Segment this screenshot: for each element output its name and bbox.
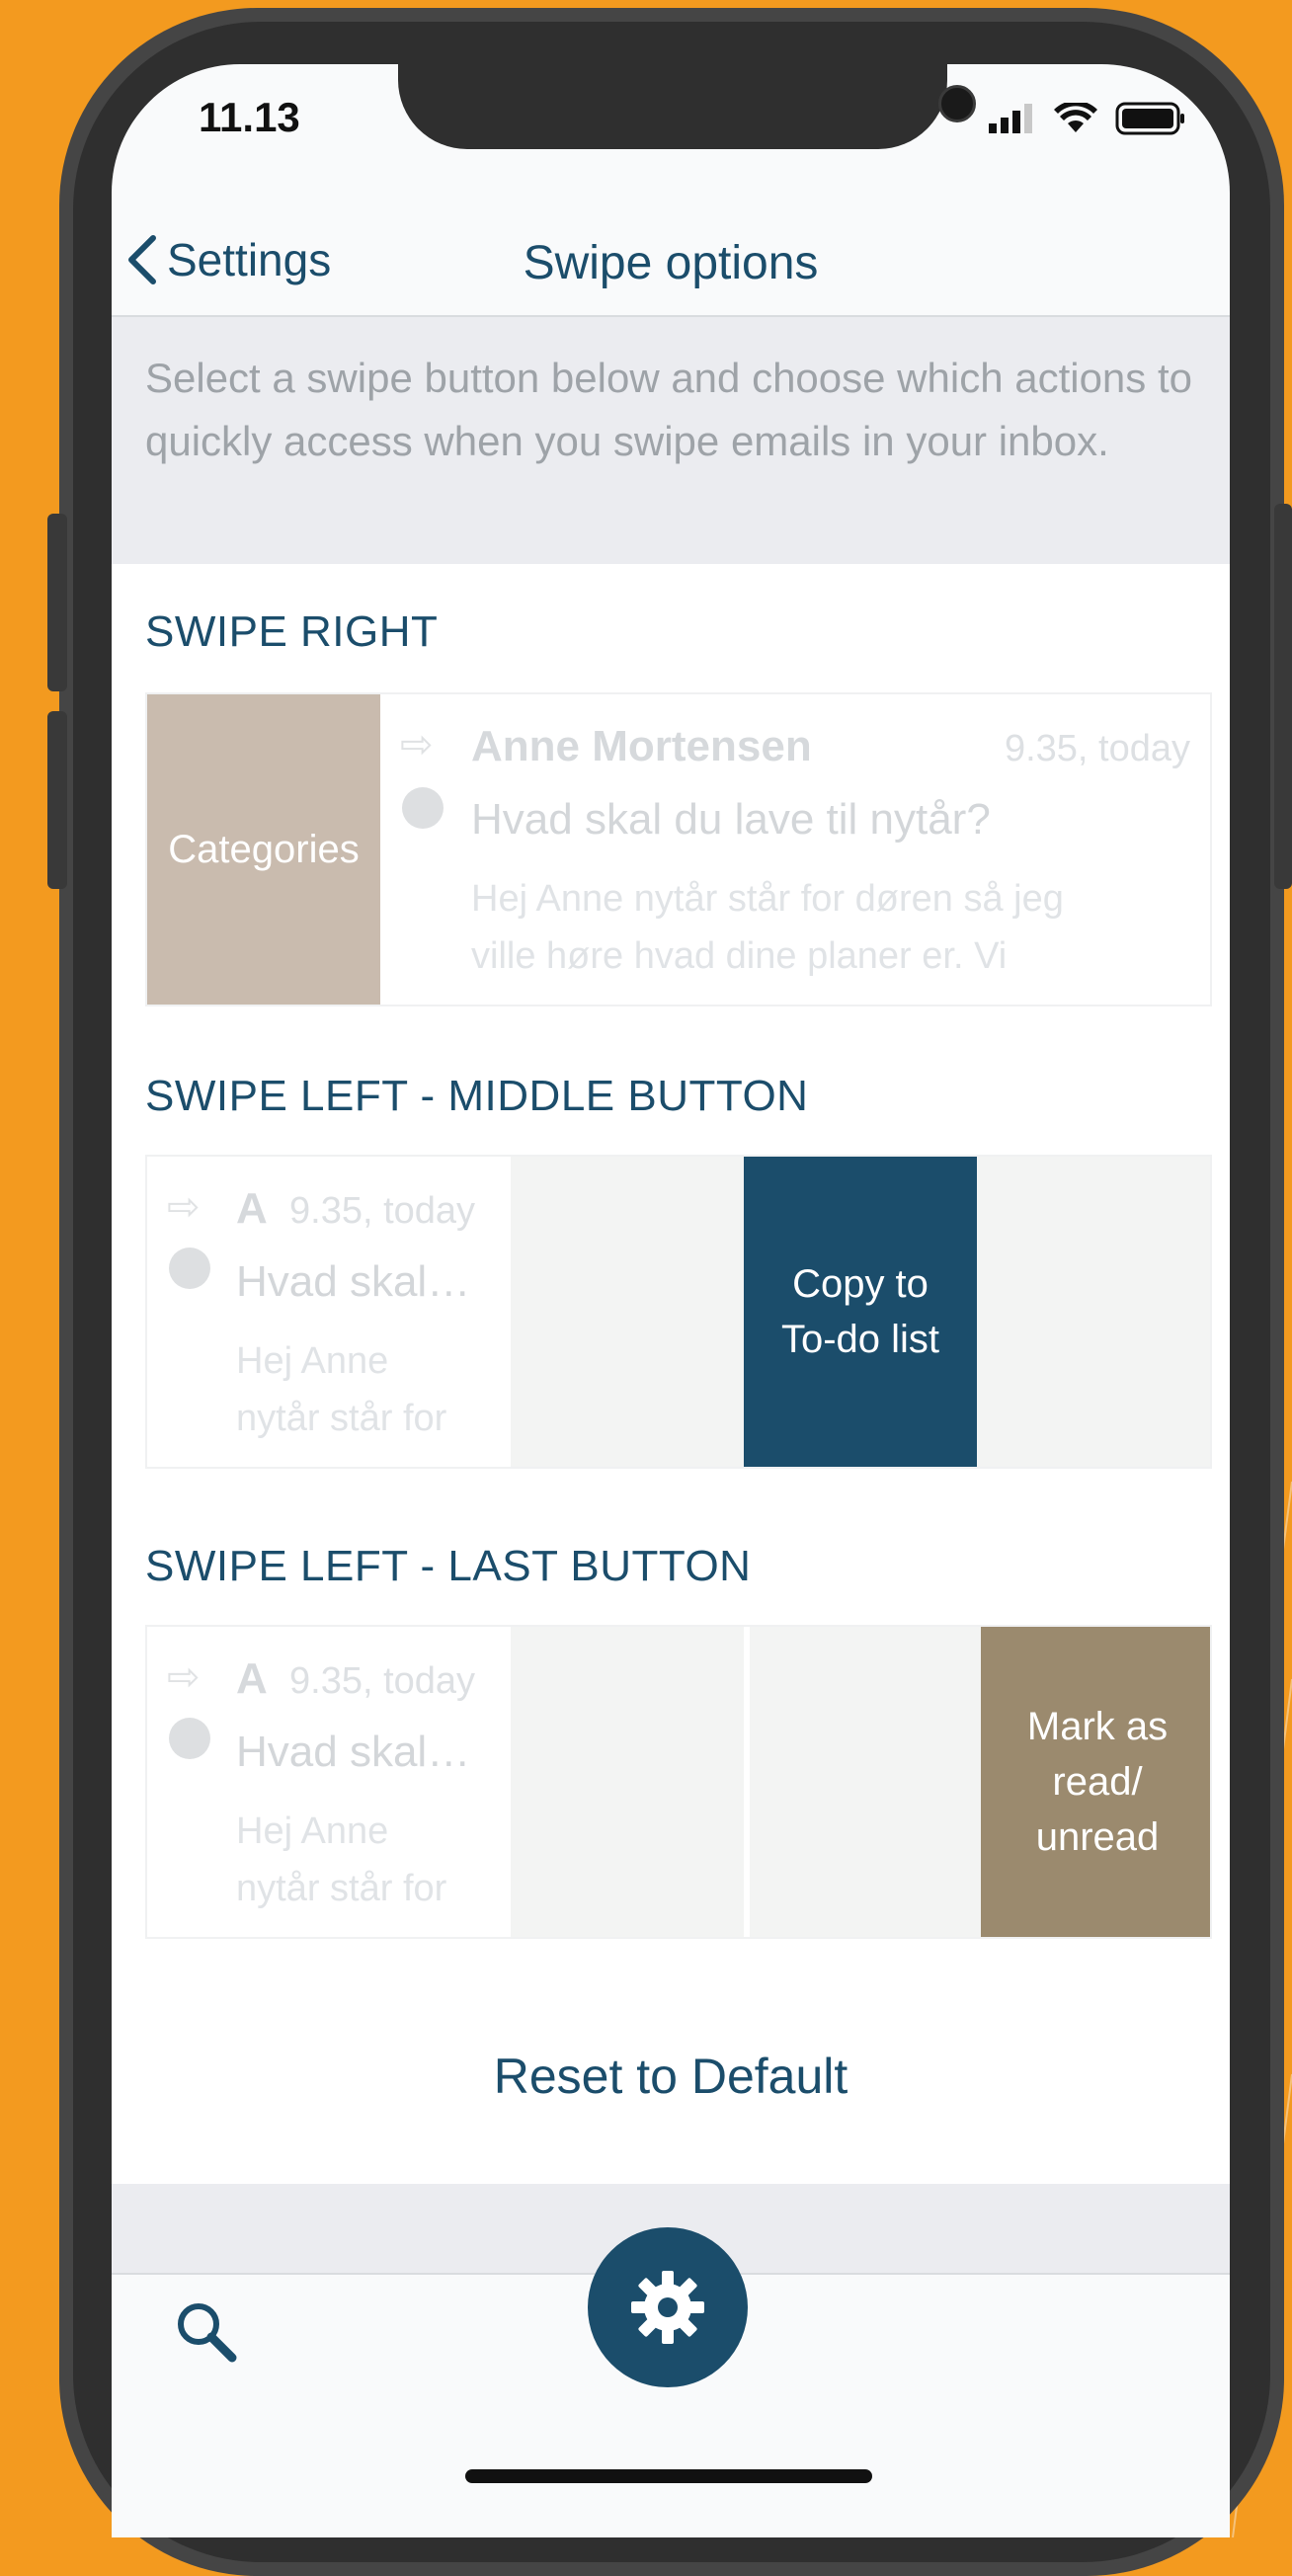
- email-preview: ⇨ A 9.35, today Hvad skal… Hej Anne nytå…: [147, 1157, 511, 1467]
- email-preview-line2: nytår står for: [236, 1398, 447, 1439]
- action-label-line1: Copy to: [792, 1262, 929, 1306]
- email-preview-line1: Hej Anne: [236, 1811, 389, 1852]
- section-title: SWIPE LEFT - LAST BUTTON: [145, 1542, 752, 1590]
- email-preview-line1: Hej Anne: [236, 1340, 389, 1382]
- intro-text: Select a swipe button below and choose w…: [112, 317, 1230, 564]
- arrow-icon: ⇨: [167, 1185, 201, 1229]
- arrow-icon: ⇨: [400, 723, 434, 766]
- email-time: 9.35, today: [1004, 728, 1190, 769]
- action-label-line2: read/: [1052, 1760, 1143, 1804]
- unread-dot: [402, 787, 444, 829]
- home-indicator: [465, 2469, 872, 2483]
- action-label: Copy to To-do list: [781, 1256, 939, 1367]
- email-preview: ⇨ A 9.35, today Hvad skal… Hej Anne nytå…: [147, 1627, 511, 1937]
- arrow-icon: ⇨: [167, 1655, 201, 1699]
- email-sender: A: [236, 1654, 268, 1703]
- page-title: Swipe options: [523, 237, 819, 289]
- email-preview-line1: Hej Anne nytår står for døren så jeg: [471, 878, 1064, 920]
- swipe-left-last-section: SWIPE LEFT - LAST BUTTON ⇨ A 9.35, today…: [112, 1502, 1230, 1974]
- unread-dot: [169, 1718, 210, 1759]
- action-label: Mark as read/ unread: [1027, 1699, 1168, 1865]
- action-label-line1: Mark as: [1026, 1705, 1169, 1748]
- swipe-right-button-preview[interactable]: Categories ⇨ Anne Mortensen 9.35, today …: [145, 692, 1212, 1006]
- action-label-line2: To-do list: [780, 1318, 940, 1361]
- status-icons: [989, 102, 1186, 135]
- action-label-line3: unread: [1035, 1815, 1160, 1859]
- notch: [398, 64, 976, 149]
- swipe-left-last-button-preview[interactable]: ⇨ A 9.35, today Hvad skal… Hej Anne nytå…: [145, 1625, 1212, 1939]
- signal-icon: [989, 104, 1032, 133]
- reset-to-default-button[interactable]: Reset to Default: [112, 2048, 1230, 2105]
- volume-down-button: [47, 711, 67, 889]
- divider: [744, 1627, 750, 1937]
- search-icon: [178, 2303, 237, 2363]
- email-subject: Hvad skal…: [236, 1257, 471, 1306]
- power-button: [1274, 504, 1292, 889]
- swipe-right-section: SWIPE RIGHT Categories ⇨ Anne Mortensen …: [112, 564, 1230, 1034]
- section-title: SWIPE RIGHT: [145, 607, 439, 656]
- copy-to-todo-action[interactable]: Copy to To-do list: [744, 1157, 977, 1467]
- swipe-left-middle-section: SWIPE LEFT - MIDDLE BUTTON ⇨ A 9.35, tod…: [112, 1032, 1230, 1504]
- settings-button[interactable]: [588, 2227, 748, 2387]
- navigation-bar: Settings Swipe options: [112, 212, 1230, 317]
- camera: [938, 85, 976, 122]
- section-title: SWIPE LEFT - MIDDLE BUTTON: [145, 1072, 809, 1120]
- email-preview-line2: nytår står for: [236, 1868, 447, 1909]
- email-subject: Hvad skal du lave til nytår?: [471, 795, 991, 844]
- unread-dot: [169, 1248, 210, 1289]
- email-time: 9.35, today: [289, 1190, 476, 1232]
- email-time: 9.35, today: [289, 1660, 476, 1702]
- wifi-icon: [1054, 103, 1097, 132]
- email-sender: A: [236, 1184, 268, 1233]
- status-time: 11.13: [199, 94, 300, 140]
- action-label: Categories: [168, 828, 360, 871]
- email-preview-line2: ville høre hvad dine planer er. Vi: [471, 935, 1008, 977]
- volume-up-button: [47, 514, 67, 691]
- mark-read-unread-action[interactable]: Mark as read/ unread: [981, 1627, 1210, 1937]
- swipe-left-middle-button-preview[interactable]: ⇨ A 9.35, today Hvad skal… Hej Anne nytå…: [145, 1155, 1212, 1469]
- email-sender: Anne Mortensen: [471, 722, 812, 770]
- email-subject: Hvad skal…: [236, 1728, 471, 1776]
- search-button[interactable]: [169, 2294, 248, 2378]
- reset-section: Reset to Default: [112, 1972, 1230, 2184]
- categories-action[interactable]: Categories: [147, 694, 380, 1005]
- phone-screen: 11.13 Settings Swipe options Select a sw…: [112, 64, 1230, 2537]
- gear-icon: [631, 2271, 704, 2344]
- battery-icon: [1115, 102, 1184, 135]
